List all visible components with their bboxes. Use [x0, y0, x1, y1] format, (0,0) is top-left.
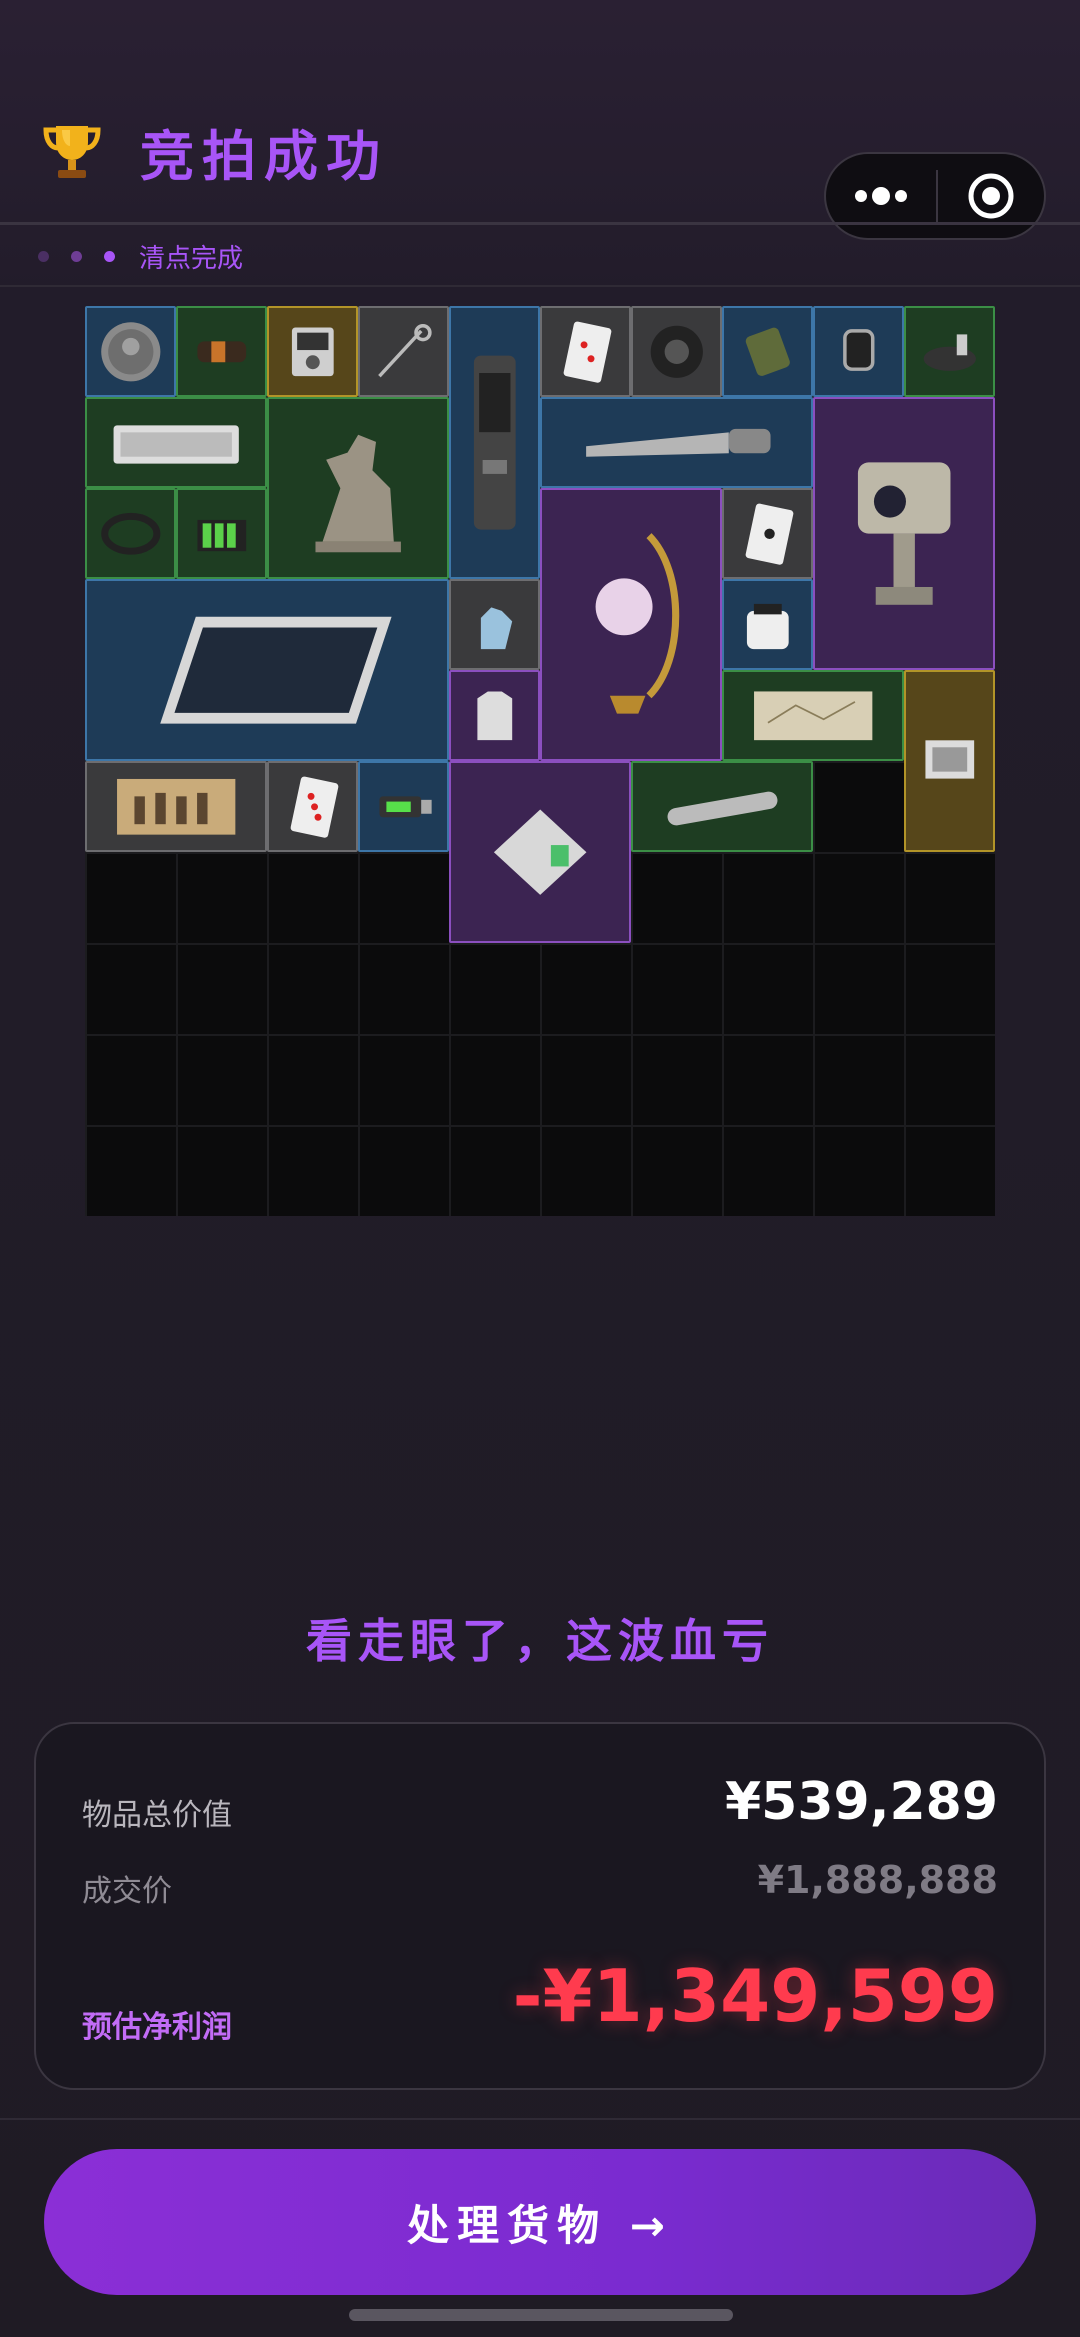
title-row: 竞拍成功 [40, 112, 388, 191]
inventory-grid [85, 306, 995, 1216]
page-title: 竞拍成功 [140, 125, 388, 188]
battery-icon [197, 519, 246, 551]
coin-icon [100, 321, 161, 382]
more-button[interactable] [826, 154, 936, 238]
saw-icon [586, 428, 771, 457]
inventory-item-hose[interactable] [85, 488, 176, 579]
header: 竞拍成功 清点完成 [0, 0, 1080, 287]
inventory-item-usb-drive[interactable] [358, 761, 449, 852]
status-dot [104, 250, 115, 262]
verdict-text: 看走眼了，这波血亏 [306, 1614, 774, 1668]
inventory-item-battery-pack[interactable] [176, 488, 267, 579]
map-icon [753, 691, 873, 740]
card-icon [745, 503, 794, 565]
inventory-item-heart-card[interactable] [267, 761, 358, 852]
inventory-item-surveillance-camera[interactable] [813, 397, 995, 670]
footer-divider [0, 2118, 1080, 2120]
statue-icon [315, 434, 401, 553]
hose-icon [100, 512, 161, 555]
toolkit-icon [923, 334, 976, 371]
usb-icon [379, 796, 432, 817]
inventory-item-tool-kit[interactable] [904, 306, 995, 397]
photo-icon [116, 778, 236, 835]
status-dot [71, 250, 82, 262]
card-icon [290, 776, 339, 838]
inventory-item-coin[interactable] [85, 306, 176, 397]
inventory-item-saw[interactable] [540, 397, 813, 488]
inventory-item-glass-tube[interactable] [631, 761, 813, 852]
total-value-label: 物品总价值 [82, 1798, 232, 1833]
net-profit-label: 预估净利润 [82, 2010, 232, 2045]
inventory-item-solar-panel[interactable] [85, 579, 449, 761]
cable-icon [197, 341, 246, 362]
close-button[interactable] [938, 154, 1044, 238]
inventory-item-photo-frame[interactable] [904, 670, 995, 852]
inventory-item-vest[interactable] [449, 670, 540, 761]
inventory-item-moon-lamp[interactable] [540, 488, 722, 761]
scissors-icon [377, 323, 432, 378]
header-divider [0, 222, 1080, 225]
inventory-item-old-map[interactable] [722, 670, 904, 761]
camera-icon [857, 462, 951, 605]
inventory-item-gloves[interactable] [449, 579, 540, 670]
solar-panel-icon [160, 616, 392, 724]
miniprogram-capsule [824, 152, 1046, 240]
inventory-item-ration-pack[interactable] [722, 306, 813, 397]
tube-icon [667, 791, 778, 826]
inventory-item-cable-bundle[interactable] [176, 306, 267, 397]
vest-icon [477, 691, 512, 740]
ssd-icon [493, 809, 587, 895]
multimeter-icon [291, 327, 334, 376]
trophy-icon [43, 125, 101, 178]
lamp-icon [595, 532, 680, 714]
deal-price-value: ¥1,888,888 [757, 1858, 998, 1902]
pack-icon [745, 327, 790, 376]
inventory-item-playing-card[interactable] [540, 306, 631, 397]
inventory-item-smartwatch[interactable] [813, 306, 904, 397]
inventory-item-tape[interactable] [631, 306, 722, 397]
inventory-item-old-photograph[interactable] [85, 761, 267, 852]
jar-icon [746, 603, 789, 649]
glove-icon [480, 607, 512, 649]
status-row: 清点完成 [38, 240, 244, 274]
inventory-item-sphinx-statue[interactable] [267, 397, 449, 579]
status-dot [38, 250, 49, 262]
status-divider [0, 285, 1080, 287]
watch-icon [842, 328, 875, 371]
inventory-item-multimeter[interactable] [267, 306, 358, 397]
home-indicator [349, 2309, 733, 2321]
net-profit-value: -¥1,349,599 [512, 1954, 998, 2038]
inventory-item-club-card[interactable] [722, 488, 813, 579]
process-goods-button[interactable]: 处理货物 → [44, 2149, 1036, 2295]
deal-price-label: 成交价 [82, 1874, 172, 1909]
inventory-item-rangefinder[interactable] [449, 306, 540, 579]
total-value: ¥539,289 [724, 1772, 998, 1832]
inventory-item-scissors[interactable] [358, 306, 449, 397]
card-icon [563, 321, 612, 383]
inventory-item-ssd-drive[interactable] [449, 761, 631, 943]
device-icon [473, 355, 516, 530]
inventory-item-jar[interactable] [722, 579, 813, 670]
summary-card: 物品总价值 ¥539,289 成交价 ¥1,888,888 预估净利润 -¥1,… [34, 1722, 1046, 2090]
photo-icon [925, 740, 974, 779]
keyboard-icon [113, 425, 239, 464]
tape-icon [650, 325, 703, 378]
status-text: 清点完成 [139, 243, 244, 274]
inventory-item-keyboard[interactable] [85, 397, 267, 488]
target-icon [968, 173, 1014, 219]
more-dots-icon [855, 187, 907, 205]
